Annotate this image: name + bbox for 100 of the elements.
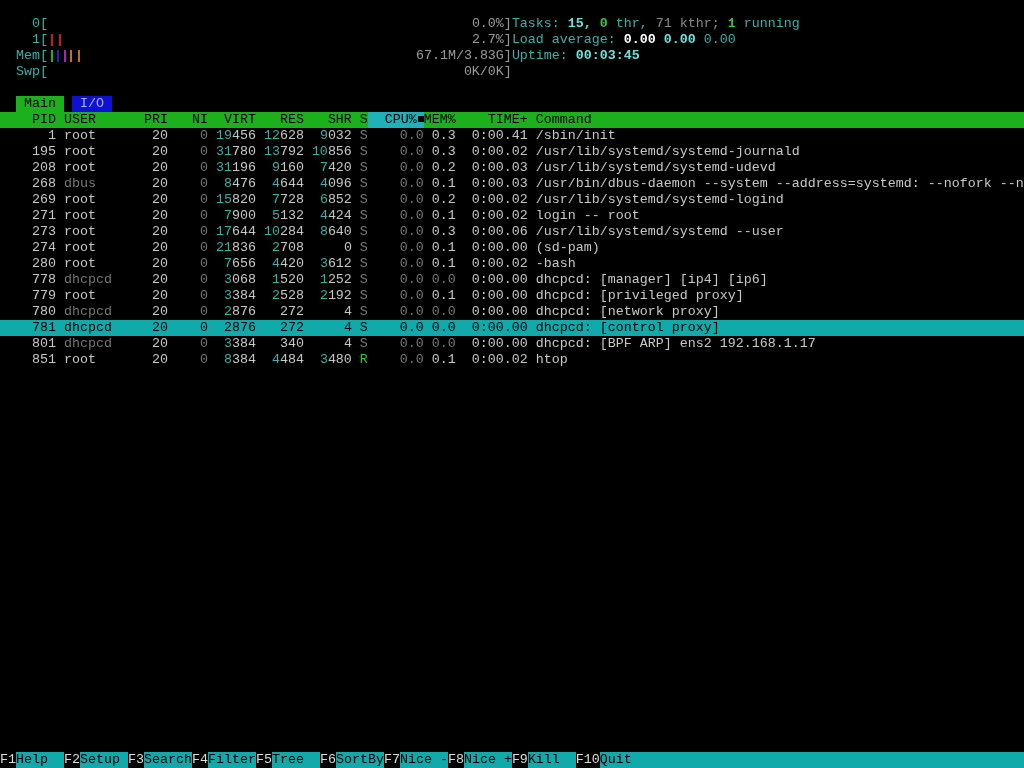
number-cell-text: 20: [150, 272, 168, 288]
column-header[interactable]: S: [351, 112, 368, 128]
state-cell-text: S: [358, 192, 368, 208]
pid-cell-text: 801: [31, 336, 56, 352]
number-cell-text: 0.0: [398, 144, 424, 160]
number-cell-text: 0:00.00: [470, 336, 528, 352]
command-cell-text: /sbin/init: [534, 128, 617, 144]
user-cell-text: dhcpcd: [62, 272, 113, 288]
column-header[interactable]: CPU%: [367, 112, 424, 128]
number-cell-text: 0.0: [398, 224, 424, 240]
number-cell-text: 0.2: [430, 192, 456, 208]
command-cell-text: dhcpcd: [network proxy]: [534, 304, 721, 320]
state-cell-text: S: [358, 320, 368, 336]
screen-tab[interactable]: Main: [16, 96, 64, 112]
memory-cell-text: 2708: [270, 240, 304, 256]
number-cell-text: 0: [198, 208, 208, 224]
memory-cell-text: 3068: [222, 272, 256, 288]
number-cell-text: 0:00.41: [470, 128, 528, 144]
command-cell-text: htop: [534, 352, 569, 368]
memory-cell-text: 4420: [270, 256, 304, 272]
number-cell-text: 0.1: [430, 288, 456, 304]
column-header[interactable]: SHR: [303, 112, 352, 128]
memory-cell-text: 2876: [222, 320, 256, 336]
user-cell-text: root: [62, 352, 97, 368]
number-cell-text: 0.0: [398, 288, 424, 304]
screen-tab[interactable]: I/O: [71, 96, 112, 112]
memory-cell-text: 2876: [222, 304, 256, 320]
memory-cell-text: 1252: [318, 272, 352, 288]
function-key: F10: [575, 752, 600, 768]
number-cell-text: 20: [150, 208, 168, 224]
number-cell-text: 0.0: [398, 208, 424, 224]
memory-cell-text: 4: [342, 320, 352, 336]
number-cell-text: 0.0: [398, 352, 424, 368]
user-cell-text: root: [62, 144, 97, 160]
memory-cell-text: 15820: [214, 192, 256, 208]
column-header[interactable]: PRI: [135, 112, 168, 128]
number-cell-text: 0.0: [430, 272, 456, 288]
number-cell-text: 0.0: [398, 256, 424, 272]
user-cell-text: root: [62, 240, 97, 256]
memory-cell-text: 13792: [262, 144, 304, 160]
info-text: Load average:: [511, 32, 616, 48]
state-cell-text: S: [358, 272, 368, 288]
info-text: 15,: [567, 16, 592, 32]
state-cell-text: S: [358, 144, 368, 160]
number-cell-text: 0.3: [430, 144, 456, 160]
command-cell-text: dhcpcd: [BPF ARP] ens2 192.168.1.17: [534, 336, 817, 352]
number-cell-text: 0.0: [398, 128, 424, 144]
number-cell-text: 0:00.00: [470, 240, 528, 256]
number-cell-text: 0.0: [398, 176, 424, 192]
info-text: 0.00: [663, 32, 696, 48]
selected-process-row[interactable]: 781 dhcpcd 20 0 2876 272 4 S 0.0 0.0 0:00.00 dhcpcd: [control proxy]: [0, 320, 1024, 336]
info-text: running: [743, 16, 800, 32]
column-header[interactable]: Command: [527, 112, 1024, 128]
memory-cell-text: 1520: [270, 272, 304, 288]
pid-cell-text: 271: [31, 208, 56, 224]
user-cell-text: dhcpcd: [62, 320, 113, 336]
number-cell-text: 0: [198, 128, 208, 144]
info-text: 0.00: [623, 32, 656, 48]
meter-label: 0[: [31, 16, 48, 32]
column-header[interactable]: TIME+: [455, 112, 528, 128]
memory-cell-text: 4644: [270, 176, 304, 192]
number-cell-text: 20: [150, 320, 168, 336]
number-cell-text: 0.0: [398, 160, 424, 176]
memory-cell-text: 7656: [222, 256, 256, 272]
column-header[interactable]: MEM%: [423, 112, 456, 128]
command-cell-text: /usr/lib/systemd/systemd-udevd: [534, 160, 777, 176]
number-cell-text: 0.3: [430, 224, 456, 240]
column-header[interactable]: PID: [0, 112, 56, 128]
user-cell-text: root: [62, 128, 97, 144]
number-cell-text: 20: [150, 128, 168, 144]
state-cell-text: S: [358, 336, 368, 352]
pid-cell-text: 208: [31, 160, 56, 176]
memory-cell-text: 8640: [318, 224, 352, 240]
column-header[interactable]: RES: [255, 112, 304, 128]
number-cell-text: 0.1: [430, 352, 456, 368]
meter-label: 1[: [31, 32, 48, 48]
meter-value: 0.0%]: [471, 16, 512, 32]
column-header[interactable]: NI: [167, 112, 208, 128]
number-cell-text: 0.0: [398, 320, 424, 336]
number-cell-text: 0.2: [430, 160, 456, 176]
user-cell-text: root: [62, 256, 97, 272]
number-cell-text: 0: [198, 176, 208, 192]
column-header[interactable]: VIRT: [207, 112, 256, 128]
number-cell-text: 0:00.03: [470, 160, 528, 176]
state-cell-text: S: [358, 240, 368, 256]
number-cell-text: 0:00.06: [470, 224, 528, 240]
memory-cell-text: 6852: [318, 192, 352, 208]
column-header[interactable]: USER: [56, 112, 136, 128]
function-key-action[interactable]: SortBy: [335, 752, 384, 768]
meter-value: 67.1M/3.83G]: [415, 48, 512, 64]
command-cell-text: -bash: [534, 256, 577, 272]
pid-cell-text: 851: [31, 352, 56, 368]
pid-cell-text: 268: [31, 176, 56, 192]
meter-label: Swp[: [15, 64, 48, 80]
memory-cell-text: 272: [278, 320, 304, 336]
pid-cell-text: 780: [31, 304, 56, 320]
number-cell-text: 0.0: [398, 336, 424, 352]
meter-label: Mem[: [15, 48, 48, 64]
memory-cell-text: 2528: [270, 288, 304, 304]
state-cell-text: S: [358, 160, 368, 176]
